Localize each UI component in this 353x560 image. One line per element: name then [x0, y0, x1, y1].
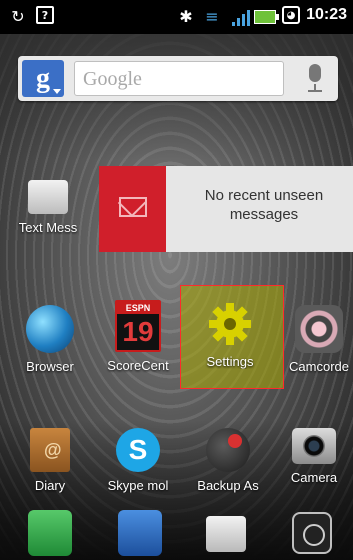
- camcorder-icon: [295, 305, 343, 353]
- app-label: Browser: [26, 359, 74, 374]
- app-label: Camera: [290, 470, 338, 485]
- messaging-icon[interactable]: [206, 516, 246, 552]
- skype-icon: S: [116, 428, 160, 472]
- app-settings[interactable]: Settings: [188, 300, 272, 369]
- backup-icon: [206, 428, 250, 472]
- battery-icon: [254, 10, 279, 24]
- microphone-icon[interactable]: [302, 64, 328, 94]
- google-g-icon: g: [36, 63, 50, 94]
- chevron-down-icon: [53, 89, 61, 94]
- app-text-messaging[interactable]: Text Mess: [6, 180, 90, 235]
- app-camera[interactable]: Camera: [274, 428, 353, 485]
- espn-scorecenter-icon: ESPN 19: [115, 300, 161, 352]
- app-label: Diary: [34, 478, 66, 493]
- messages-widget-badge: [99, 166, 166, 252]
- bluetooth-icon: ✱: [179, 6, 193, 26]
- unknown-notification-icon: ?: [36, 6, 54, 24]
- search-input[interactable]: Google: [74, 61, 284, 96]
- globe-icon: [26, 305, 74, 353]
- sync-icon: ↻: [11, 6, 25, 26]
- app-camcorder[interactable]: Camcorde: [282, 305, 353, 374]
- app-diary[interactable]: @ Diary: [8, 428, 92, 493]
- app-scorecenter[interactable]: ESPN 19 ScoreCent: [96, 300, 180, 373]
- dock: [0, 508, 353, 560]
- diary-book-icon: @: [30, 428, 70, 472]
- app-label: Camcorde: [289, 359, 349, 374]
- google-search-widget[interactable]: g Google: [18, 56, 338, 101]
- app-label: Backup As: [197, 478, 259, 493]
- gear-icon: [206, 300, 254, 348]
- app-label: Skype mol: [107, 478, 169, 493]
- app-label: Text Mess: [18, 220, 78, 235]
- signal-icon: [232, 10, 250, 26]
- envelope-icon: [28, 180, 68, 214]
- app-drawer-icon[interactable]: [292, 512, 332, 554]
- app-backup-assistant[interactable]: Backup As: [186, 428, 270, 493]
- contacts-icon[interactable]: [118, 510, 162, 556]
- phone-icon[interactable]: [28, 510, 72, 556]
- camera-icon: [292, 428, 336, 464]
- messages-widget[interactable]: No recent unseen messages: [99, 166, 353, 252]
- status-time: 10:23: [306, 6, 347, 23]
- wifi-icon: ≡: [205, 6, 219, 26]
- app-skype[interactable]: S Skype mol: [96, 428, 180, 493]
- app-label: ScoreCent: [107, 358, 169, 373]
- envelope-icon: [119, 197, 147, 217]
- messages-widget-text: No recent unseen messages: [204, 187, 324, 223]
- app-browser[interactable]: Browser: [8, 305, 92, 374]
- status-bar: ↻ ? ✱ ≡ ◕ 10:23: [0, 0, 353, 34]
- app-label: Settings: [206, 354, 254, 369]
- alarm-icon: ◕: [282, 6, 300, 24]
